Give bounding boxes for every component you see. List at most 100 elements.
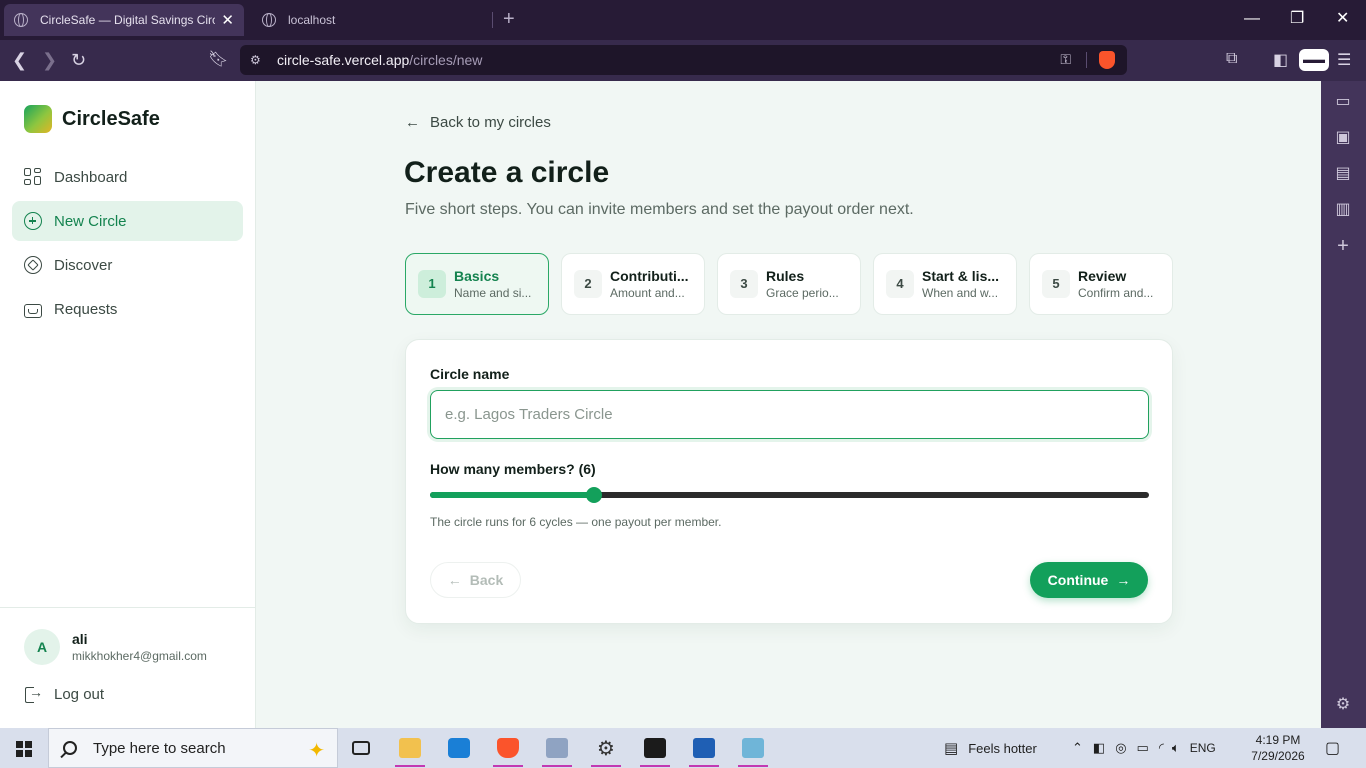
wallet-icon[interactable]: ▣	[1334, 129, 1352, 147]
notepad-icon[interactable]	[730, 728, 776, 768]
terminal-icon[interactable]	[632, 728, 678, 768]
members-slider[interactable]	[430, 487, 1149, 503]
sidebar-divider	[0, 607, 255, 608]
step-label: Rules	[766, 268, 805, 284]
step-label: Review	[1078, 268, 1127, 284]
powershell-icon[interactable]	[681, 728, 727, 768]
system-tray: ⌃ ◧ ◎ ▭ ◜ 🔈︎ ENG	[1072, 728, 1216, 768]
file-explorer-icon[interactable]	[387, 728, 433, 768]
brave-shields-icon[interactable]	[1099, 51, 1115, 69]
members-hint: The circle runs for 6 cycles — one payou…	[430, 515, 722, 529]
reading-list-icon[interactable]: ▥	[1334, 201, 1352, 219]
step-label: Basics	[454, 268, 500, 284]
vpn-glasses-icon[interactable]: ▬▬	[1299, 49, 1329, 71]
wifi-icon[interactable]: ◜	[1159, 740, 1164, 756]
reload-icon[interactable]: ↻	[71, 50, 86, 70]
volume-icon[interactable]: 🔈︎	[1172, 740, 1180, 756]
members-label: How many members? (6)	[430, 461, 596, 477]
sidebar-item-requests[interactable]: Requests	[12, 289, 243, 329]
arrow-right-icon: →	[1116, 572, 1131, 588]
settings-app-icon[interactable]: ⚙	[583, 728, 629, 768]
url-path: /circles/new	[409, 52, 483, 68]
sidebar-item-dashboard[interactable]: Dashboard	[12, 157, 243, 197]
sidebar-toggle-icon[interactable]: ◧	[1273, 50, 1288, 70]
new-tab-icon[interactable]: +	[503, 9, 515, 29]
reader-icon[interactable]: ⧉	[1226, 50, 1237, 68]
tab-localhost[interactable]: localhost	[252, 4, 492, 36]
forward-nav-icon[interactable]: ❯	[42, 50, 57, 70]
continue-button[interactable]: Continue →	[1030, 562, 1148, 598]
url-bar[interactable]: ⚙ circle-safe.vercel.app/circles/new ⚿	[240, 45, 1127, 75]
bookmarks-panel-icon[interactable]: ▤	[1334, 165, 1352, 183]
sidebar-item-label: Discover	[54, 256, 113, 274]
step-description: When and w...	[922, 286, 999, 300]
video-call-icon[interactable]: ▭	[1334, 93, 1352, 111]
step-description: Confirm and...	[1078, 286, 1154, 300]
notifications-icon[interactable]: ▢	[1325, 728, 1340, 768]
logout-icon	[24, 684, 43, 703]
chevron-up-icon[interactable]: ⌃	[1072, 740, 1083, 756]
wizard-steps: 1 Basics Name and si... 2 Contributi... …	[405, 253, 1173, 315]
weather-widget[interactable]: ▤ Feels hotter	[944, 728, 1037, 768]
back-button-label: Back	[469, 572, 504, 588]
step-number: 3	[730, 270, 758, 298]
step-contribution[interactable]: 2 Contributi... Amount and...	[561, 253, 705, 315]
clock[interactable]: 4:19 PM 7/29/2026	[1248, 732, 1308, 764]
user-email: mikkhokher4@gmail.com	[72, 649, 207, 663]
clock-time: 4:19 PM	[1255, 733, 1301, 747]
close-window-icon[interactable]: ✕	[1336, 10, 1349, 28]
bookmark-icon[interactable]: 🔖︎	[208, 50, 228, 70]
user-name: ali	[72, 631, 88, 647]
task-view-icon[interactable]	[338, 728, 384, 768]
user-profile[interactable]: A ali mikkhokher4@gmail.com	[24, 629, 207, 665]
circle-name-input[interactable]	[430, 390, 1149, 439]
brave-browser-icon[interactable]	[485, 728, 531, 768]
key-icon[interactable]: ⚿	[1060, 51, 1071, 68]
image-app-icon[interactable]	[534, 728, 580, 768]
back-nav-icon[interactable]: ❮	[12, 50, 27, 70]
windows-start-icon[interactable]	[16, 741, 32, 757]
language-indicator[interactable]: ENG	[1190, 741, 1216, 755]
add-panel-icon[interactable]: +	[1334, 236, 1352, 256]
sidebar-item-discover[interactable]: Discover	[12, 245, 243, 285]
step-start-listing[interactable]: 4 Start & lis... When and w...	[873, 253, 1017, 315]
settings-gear-icon[interactable]: ⚙	[1334, 696, 1352, 714]
step-description: Name and si...	[454, 286, 532, 300]
vscode-icon[interactable]	[436, 728, 482, 768]
globe-icon	[262, 13, 276, 27]
battery-icon[interactable]: ▭	[1137, 740, 1149, 756]
arrow-left-icon: ←	[447, 572, 462, 588]
arrow-left-icon: ←	[405, 114, 420, 131]
browser-tab-bar: CircleSafe — Digital Savings Circle ✕ lo…	[0, 0, 1366, 40]
back-to-circles-link[interactable]: ← Back to my circles	[405, 114, 551, 131]
tab-title: CircleSafe — Digital Savings Circle	[40, 13, 216, 27]
restore-icon[interactable]: ❐	[1290, 10, 1304, 28]
step-rules[interactable]: 3 Rules Grace perio...	[717, 253, 861, 315]
circle-name-label: Circle name	[430, 366, 510, 382]
brand-name: CircleSafe	[62, 107, 160, 130]
slider-thumb[interactable]	[585, 487, 602, 503]
page-title: Create a circle	[404, 156, 610, 189]
taskbar-search[interactable]: Type here to search ✦	[48, 728, 338, 768]
menu-icon[interactable]: ☰	[1337, 50, 1351, 70]
sparkle-icon: ✦	[308, 740, 325, 762]
close-tab-icon[interactable]: ✕	[221, 11, 234, 29]
search-placeholder: Type here to search	[93, 739, 226, 757]
sidebar-item-new-circle[interactable]: New Circle	[12, 201, 243, 241]
tray-app-icon[interactable]: ◧	[1093, 740, 1105, 756]
weather-label: Feels hotter	[968, 740, 1037, 756]
slider-fill	[430, 492, 594, 498]
logout-button[interactable]: Log out	[24, 684, 104, 703]
logo-icon	[24, 105, 52, 133]
windows-taskbar: Type here to search ✦ ⚙ ▤ Feels hotter ⌃…	[0, 728, 1366, 768]
brand[interactable]: CircleSafe	[24, 105, 160, 133]
network-status-icon[interactable]: ◎	[1115, 740, 1126, 756]
inbox-icon	[24, 304, 42, 318]
page-subtitle: Five short steps. You can invite members…	[405, 201, 914, 218]
site-settings-icon[interactable]: ⚙	[250, 53, 266, 67]
minimize-icon[interactable]: —	[1244, 10, 1260, 28]
back-button[interactable]: ← Back	[430, 562, 521, 598]
step-review[interactable]: 5 Review Confirm and...	[1029, 253, 1173, 315]
tab-circlesafe[interactable]: CircleSafe — Digital Savings Circle ✕	[4, 4, 244, 36]
step-basics[interactable]: 1 Basics Name and si...	[405, 253, 549, 315]
